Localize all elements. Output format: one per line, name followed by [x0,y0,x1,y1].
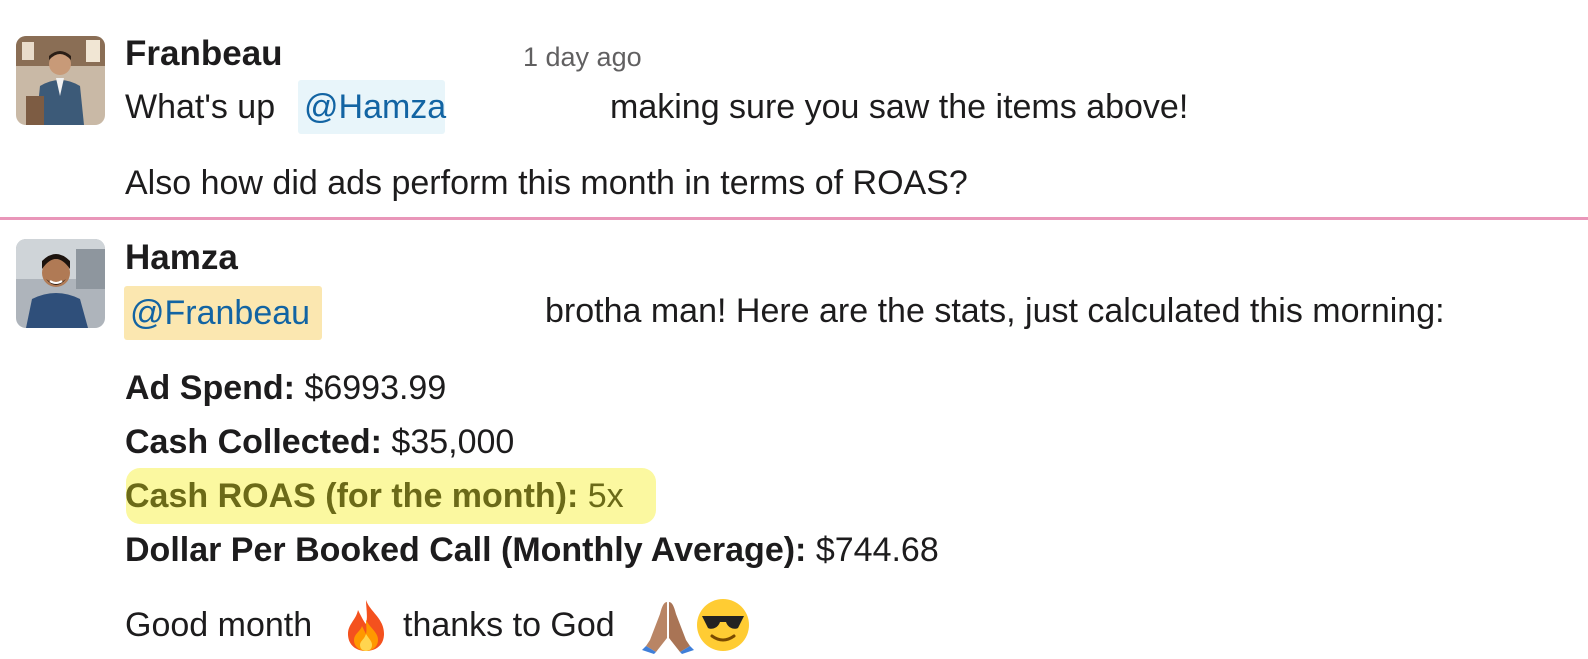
fire-emoji-icon [340,598,392,652]
user-mention-hamza[interactable]: @Hamza [298,80,446,134]
stat-label: Ad Spend: [125,369,295,407]
stat-label: Cash ROAS (for the month): [125,477,579,515]
stat-value: $6993.99 [304,369,447,407]
stat-value: 5x [587,477,624,515]
stat-cash-roas: Cash ROAS (for the month): 5x [125,477,624,516]
hamza-avatar[interactable] [16,239,105,328]
message-text-closing-1: Good month [125,606,313,644]
message-text-suffix: making sure you saw the items above! [610,88,1189,126]
message-text-prefix: What's up [125,88,276,126]
stat-value: $35,000 [391,423,515,461]
stat-label: Dollar Per Booked Call (Monthly Average)… [125,531,807,569]
user-mention-franbeau[interactable]: @Franbeau [124,286,322,340]
message-timestamp[interactable]: 1 day ago [523,42,642,73]
sender-name[interactable]: Hamza [125,238,238,278]
person-avatar-suit-icon [16,36,105,125]
message-text-line2: Also how did ads perform this month in t… [125,164,968,202]
sunglasses-emoji-icon [696,598,750,652]
stat-ad-spend: Ad Spend: $6993.99 [125,369,446,408]
franbeau-avatar[interactable] [16,36,105,125]
new-messages-divider [0,217,1588,220]
stat-cash-collected: Cash Collected: $35,000 [125,423,514,462]
folded-hands-emoji-icon [640,598,696,654]
sender-name[interactable]: Franbeau [125,34,283,74]
stat-label: Cash Collected: [125,423,382,461]
stat-dollar-per-booked-call: Dollar Per Booked Call (Monthly Average)… [125,531,939,570]
message-text-suffix: brotha man! Here are the stats, just cal… [545,292,1445,330]
stat-value: $744.68 [815,531,939,569]
message-text-closing-2: thanks to God [403,606,615,644]
person-avatar-smiling-icon [16,239,105,328]
